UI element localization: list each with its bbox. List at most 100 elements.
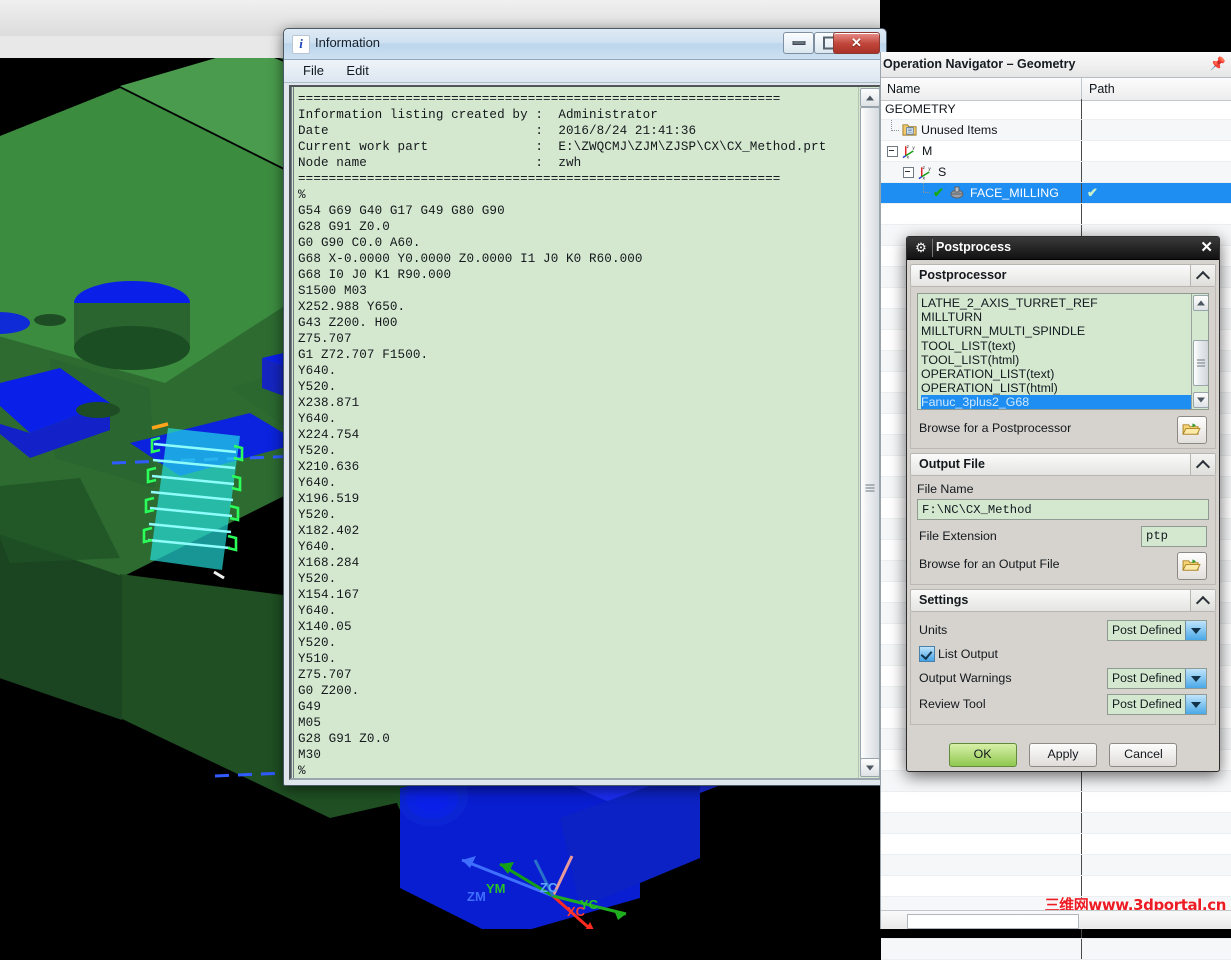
output-warnings-value: Post Defined [1112,671,1182,685]
list-item[interactable]: TOOL_LIST(html) [921,353,1191,367]
folder-open-icon [1182,559,1201,571]
postprocessor-list[interactable]: LATHE_2_AXIS_TURRET_REF MILLTURN MILLTUR… [917,293,1209,410]
tree-item-m[interactable]: M [922,144,932,158]
mill-tool-icon [950,186,964,199]
close-icon[interactable]: ✕ [1200,239,1213,257]
group-body-output-file: File Name F:\NC\CX_Method File Extension… [910,476,1216,585]
menu-file[interactable]: File [294,60,333,78]
tree-expander[interactable] [903,167,914,178]
table-row [881,813,1231,834]
scroll-up-button[interactable] [1193,295,1208,311]
scroll-up-button[interactable] [860,88,879,107]
row-divider [1081,99,1082,119]
svg-text:y: y [912,146,915,151]
tree-expander[interactable] [887,146,898,157]
navigator-status-bar [881,910,1231,929]
list-output-checkbox[interactable] [919,646,935,662]
row-divider [1081,120,1082,140]
table-row[interactable]: z y x M [881,141,1231,162]
list-output-row[interactable]: List Output [917,644,1209,666]
ok-button[interactable]: OK [948,743,1017,767]
folder-open-icon [1182,423,1201,435]
chevron-up-icon[interactable] [1190,265,1215,286]
gcode-listing: ========================================… [298,92,827,778]
group-header-settings[interactable]: Settings [910,589,1216,612]
units-label: Units [919,623,948,637]
table-row [881,204,1231,225]
cancel-button[interactable]: Cancel [1109,743,1178,767]
postprocess-titlebar[interactable]: ⚙ Postprocess ✕ [907,237,1219,260]
table-row[interactable]: GEOMETRY [881,99,1231,120]
table-row[interactable]: ✔ FACE_MILLING ✔ [881,183,1231,204]
scrollbar-grip-icon [865,484,875,492]
list-item[interactable]: MILLTURN_MULTI_SPINDLE [921,324,1191,338]
browse-postprocessor-button[interactable] [1177,416,1207,444]
list-item-selected[interactable]: Fanuc_3plus2_G68 [921,395,1191,409]
gear-icon: ⚙ [915,240,927,255]
units-row: Units Post Defined [917,618,1209,644]
status-field [907,914,1079,929]
axis-label-xc: XC [567,904,586,919]
scroll-down-button[interactable] [1193,392,1208,408]
pin-icon[interactable]: 📌 [1210,56,1226,72]
list-item[interactable]: OPERATION_LIST(text) [921,367,1191,381]
column-header-path[interactable]: Path [1089,82,1115,96]
column-header-name[interactable]: Name [887,82,920,96]
column-divider[interactable] [1081,78,1082,100]
group-label-postprocessor: Postprocessor [919,268,1007,282]
scrollbar-thumb[interactable] [1193,340,1208,386]
table-row[interactable]: z y x S [881,162,1231,183]
information-menubar[interactable]: File Edit [284,60,886,83]
group-label-settings: Settings [919,593,969,607]
tree-item-face-milling[interactable]: FACE_MILLING [967,186,1062,200]
tree-item-unused-items[interactable]: Unused Items [921,123,997,137]
svg-text:z: z [923,166,926,171]
chevron-up-icon[interactable] [1190,454,1215,475]
scroll-down-button[interactable] [860,758,879,777]
chevron-down-icon[interactable] [1185,695,1206,714]
svg-text:x: x [923,177,926,180]
axis-label-zm: ZM [467,889,486,904]
browse-output-file-button[interactable] [1177,552,1207,580]
tree-item-s[interactable]: S [938,165,946,179]
table-row [881,855,1231,876]
information-vertical-scrollbar[interactable] [858,87,879,778]
postprocessor-list-scrollbar[interactable] [1191,294,1208,409]
chevron-up-icon[interactable] [1190,590,1215,611]
information-text-content[interactable]: ========================================… [291,87,857,778]
csys-icon: z y x [918,166,931,180]
scrollbar-thumb[interactable] [860,107,879,764]
postprocess-title: Postprocess [936,240,1012,254]
units-select[interactable]: Post Defined [1107,620,1207,641]
table-row[interactable]: Unused Items [881,120,1231,141]
information-text-area[interactable]: ========================================… [289,85,881,780]
information-window-titlebar[interactable]: i Information ✕ [284,29,886,60]
row-divider [1081,162,1082,182]
group-header-postprocessor[interactable]: Postprocessor [910,264,1216,287]
output-warnings-select[interactable]: Post Defined [1107,668,1207,689]
close-button[interactable]: ✕ [833,32,880,54]
dialog-action-buttons: OK Apply Cancel [907,743,1219,767]
file-extension-input[interactable]: ptp [1141,526,1207,547]
list-item[interactable]: TOOL_LIST(text) [921,339,1191,353]
table-row [881,834,1231,855]
list-output-label[interactable]: List Output [938,647,998,661]
group-body-postprocessor: LATHE_2_AXIS_TURRET_REF MILLTURN MILLTUR… [910,287,1216,449]
minimize-button[interactable] [783,32,814,54]
chevron-down-icon[interactable] [1185,669,1206,688]
tree-item-geometry[interactable]: GEOMETRY [885,102,956,116]
menu-edit[interactable]: Edit [337,60,377,78]
file-name-input[interactable]: F:\NC\CX_Method [917,499,1209,520]
tree-line [923,183,924,192]
postprocess-dialog[interactable]: ⚙ Postprocess ✕ Postprocessor LATHE_2_AX… [906,236,1220,772]
chevron-down-icon[interactable] [1185,621,1206,640]
review-tool-select[interactable]: Post Defined [1107,694,1207,715]
list-item[interactable]: LATHE_2_AXIS_TURRET_REF [921,296,1191,310]
list-item[interactable]: OPERATION_LIST(html) [921,381,1191,395]
apply-button[interactable]: Apply [1029,743,1097,767]
list-item[interactable]: MILLTURN [921,310,1191,324]
group-header-output-file[interactable]: Output File [910,453,1216,476]
information-window[interactable]: i Information ✕ File Edit ==============… [283,28,887,786]
review-tool-row: Review Tool Post Defined [917,692,1209,718]
review-tool-label: Review Tool [919,697,986,711]
